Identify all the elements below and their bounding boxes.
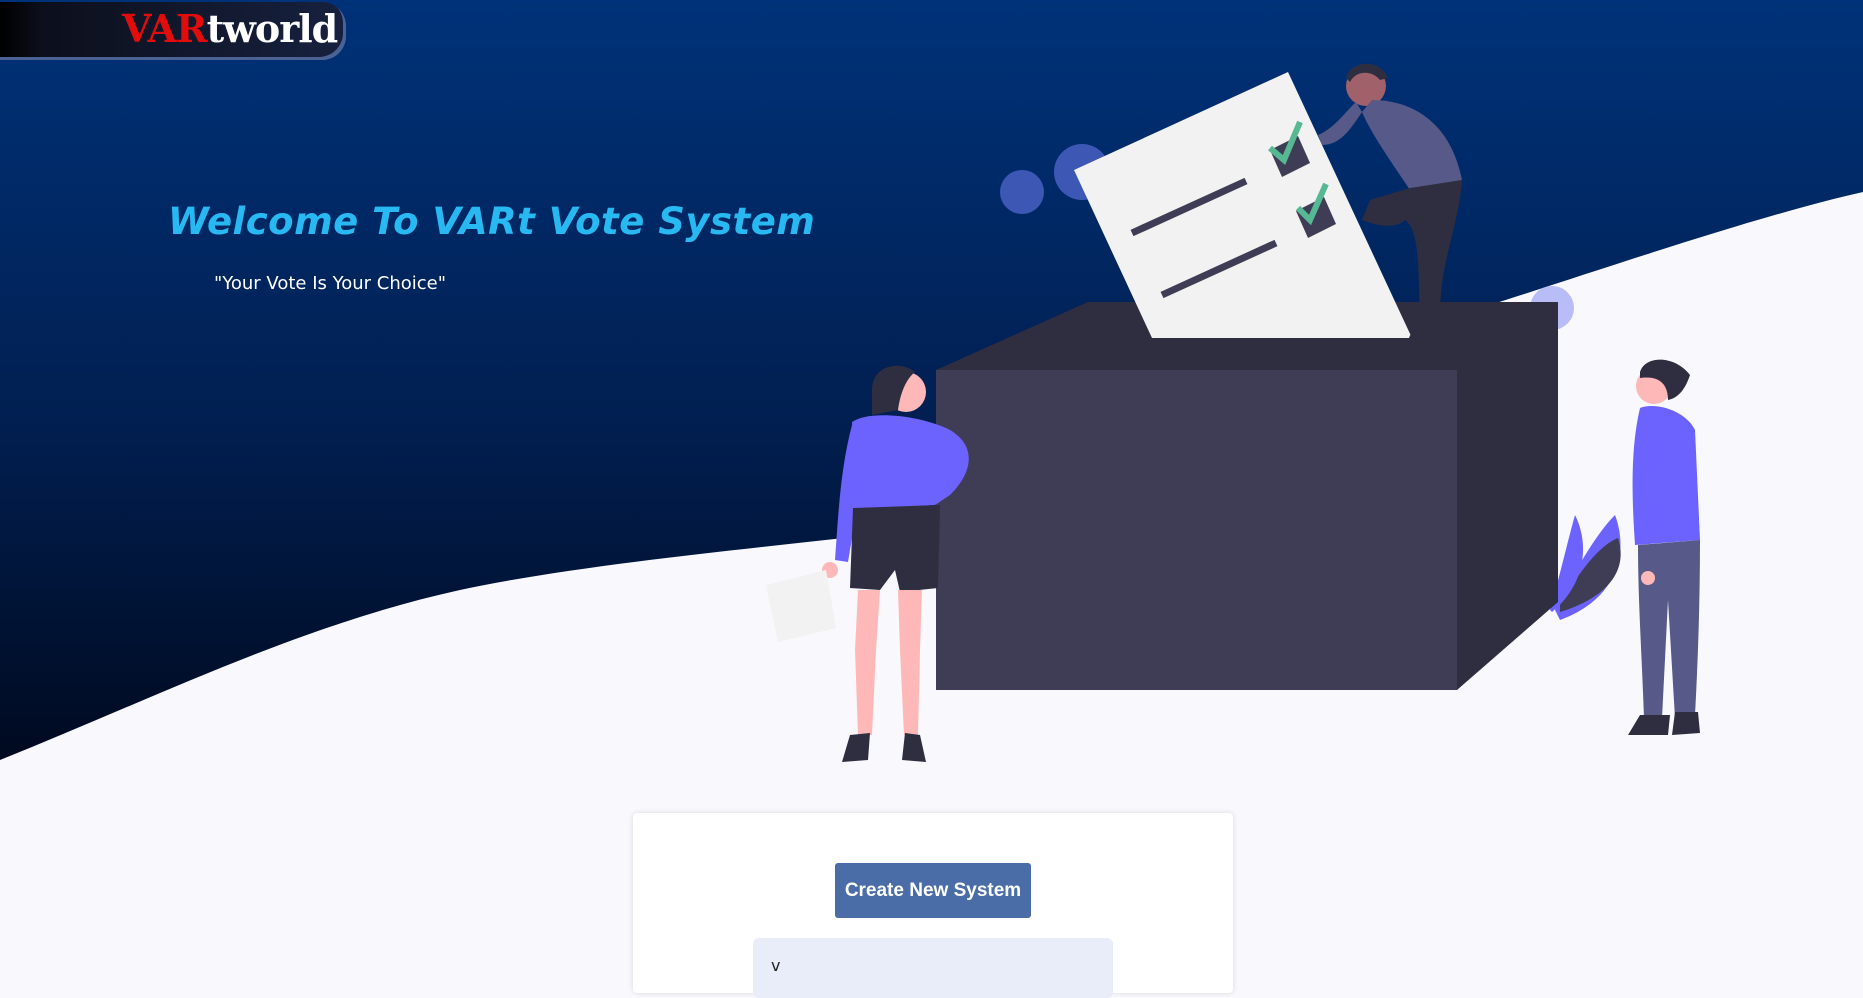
create-new-system-button[interactable]: Create New System bbox=[835, 863, 1031, 918]
system-select-text: v bbox=[771, 956, 781, 975]
system-panel: Create New System v bbox=[633, 813, 1233, 998]
system-select[interactable]: v bbox=[753, 938, 1113, 998]
